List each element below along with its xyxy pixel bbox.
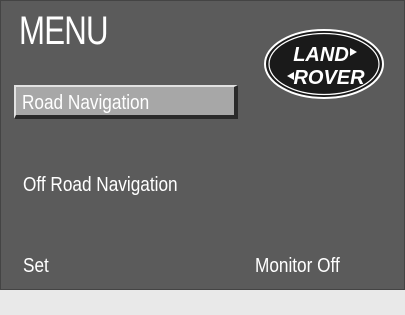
monitor-off-item[interactable]: Monitor Off xyxy=(255,255,340,278)
logo-line2: ROVER xyxy=(293,67,365,89)
menu-screen: MENU LAND ROVER Road Navigation Off Road… xyxy=(0,0,405,290)
set-item[interactable]: Set xyxy=(23,255,49,278)
logo-line1: LAND xyxy=(293,44,349,66)
land-rover-logo: LAND ROVER xyxy=(264,29,384,99)
status-bar xyxy=(0,290,405,315)
off-road-navigation-item[interactable]: Off Road Navigation xyxy=(23,174,178,197)
menu-title: MENU xyxy=(19,9,109,53)
road-navigation-label: Road Navigation xyxy=(22,92,150,114)
road-navigation-button[interactable]: Road Navigation xyxy=(14,85,238,119)
